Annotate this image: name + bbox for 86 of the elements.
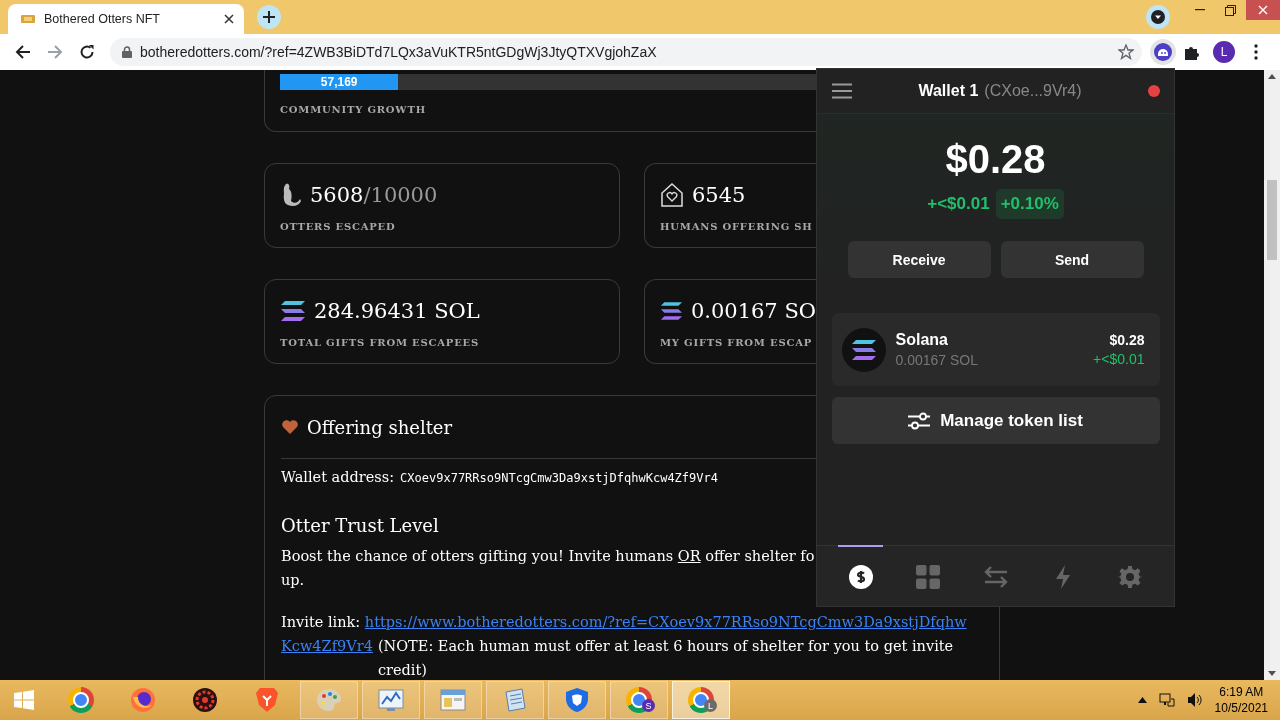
- clock[interactable]: 6:19 AM 10/5/2021: [1214, 684, 1268, 716]
- stat-value: 5608/10000: [310, 183, 438, 207]
- token-icon: [280, 300, 306, 322]
- close-icon[interactable]: [224, 14, 234, 24]
- taskbar-button[interactable]: S: [610, 681, 668, 719]
- stat-value: 0.00167 SO: [690, 299, 816, 323]
- stat-label: MY GIFTS FROM ESCAP: [660, 337, 813, 348]
- token-amount: 0.00167 SOL: [895, 352, 979, 368]
- token-icon: [660, 300, 683, 322]
- house-icon: [660, 182, 684, 208]
- plus-icon: [263, 11, 275, 23]
- shield-icon: [565, 687, 589, 713]
- star-icon[interactable]: [1118, 44, 1134, 60]
- menu-icon[interactable]: [832, 83, 852, 99]
- lock-icon: [122, 46, 132, 58]
- browser-icon: [626, 687, 652, 713]
- caret-icon: [1151, 10, 1165, 24]
- volume-icon[interactable]: [1186, 692, 1203, 708]
- forward-arrow-icon: [47, 44, 63, 60]
- manage-button[interactable]: Manage token list: [831, 397, 1160, 444]
- section-title: Otter Trust Level: [281, 515, 439, 536]
- send-button[interactable]: Send: [1000, 241, 1144, 278]
- close-button[interactable]: [1246, 0, 1280, 20]
- section-title: Offering shelter: [307, 416, 453, 438]
- receive-button[interactable]: Receive: [847, 241, 991, 278]
- minimize-icon: [1194, 9, 1205, 11]
- stat-label: TOTAL GIFTS FROM ESCAPEES: [280, 337, 479, 348]
- percent-badge: +0.10%: [995, 189, 1064, 219]
- browser-icon: [68, 687, 94, 713]
- token-icon: [850, 338, 877, 361]
- avatar-badge: S: [642, 699, 655, 712]
- paragraph: Boost the chance of otters gifting you! Invite humans OR offer shelter fo up.: [281, 547, 815, 590]
- grid-icon: [916, 564, 941, 589]
- taskbar-button[interactable]: L: [672, 681, 730, 719]
- reload-icon: [79, 44, 95, 60]
- balance-change: +<$0.01: [927, 194, 990, 214]
- token-change: +<$0.01: [1093, 351, 1145, 367]
- ticket-icon: [20, 13, 36, 25]
- address-bar[interactable]: botheredotters.com/?ref=4ZWB3BiDTd7LQx3aVuKTR5ntGDgWj3JtyQTXVgjohZaX: [110, 38, 1142, 66]
- settings-icon: [1118, 564, 1143, 589]
- window-icon: [439, 687, 467, 713]
- sliders-icon: [908, 411, 931, 430]
- token-name: Solana: [895, 331, 949, 349]
- profile-avatar[interactable]: L: [1213, 41, 1235, 63]
- browser-tab[interactable]: Bothered Otters NFT: [8, 4, 244, 34]
- invite-link[interactable]: Kcw4Zf9Vr4: [281, 634, 373, 658]
- down-arrow-icon: [1268, 671, 1276, 676]
- windows-icon: [14, 690, 34, 710]
- tab-search-button[interactable]: [1146, 5, 1170, 29]
- notepad-icon: [502, 687, 528, 713]
- ghost-icon: [1154, 43, 1172, 61]
- scrollbar-thumb[interactable]: [1267, 180, 1277, 260]
- lightning-icon: [1054, 564, 1071, 589]
- invite-label: Invite link:: [281, 614, 361, 630]
- chevron-up-icon[interactable]: [1137, 697, 1147, 703]
- restore-icon: [1225, 4, 1236, 16]
- chart-icon: [377, 687, 405, 713]
- swap-icon: [983, 565, 1008, 588]
- dollar-icon: [848, 564, 873, 589]
- browser-icon: [688, 687, 714, 713]
- browser-icon: [130, 687, 156, 713]
- palette-icon: [315, 687, 343, 713]
- invite-link[interactable]: https://www.botheredotters.com/?ref=CXoev9x77RRso9NTcgCmw3Da9xstjDfqhw: [364, 614, 967, 630]
- taskbar-button[interactable]: [548, 681, 606, 719]
- scrollbar[interactable]: [1264, 70, 1280, 680]
- stat-value: 284.96431 SOL: [314, 299, 480, 323]
- token-row[interactable]: Solana 0.00167 SOL $0.28 +<$0.01: [831, 313, 1160, 386]
- up-arrow-icon: [1268, 74, 1276, 79]
- new-tab-button[interactable]: [257, 5, 281, 29]
- wallet-address: CXoev9x77RRso9NTcgCmw3Da9xstjDfqhwKcw4Zf9Vr4: [400, 471, 718, 485]
- field-label: Wallet address:: [281, 469, 395, 485]
- network-icon[interactable]: [1158, 692, 1175, 708]
- balance: $0.28: [945, 136, 1046, 183]
- close-icon: [1258, 5, 1268, 15]
- avatar-badge: L: [704, 699, 717, 712]
- back-arrow-icon: [15, 44, 31, 60]
- extension-button[interactable]: [1150, 39, 1176, 65]
- menu-icon[interactable]: [1254, 44, 1258, 60]
- stat-value: 6545: [692, 183, 746, 207]
- stat-label: HUMANS OFFERING SH: [660, 221, 813, 232]
- token-value: $0.28: [1109, 332, 1145, 348]
- stat-label: COMMUNITY GROWTH: [280, 104, 426, 115]
- note-text: (NOTE: Each human must offer at least 6 hours of shelter for you to get invite credit): [377, 637, 955, 680]
- heart-icon: [281, 419, 299, 435]
- progress-fill: 57,169: [280, 74, 399, 90]
- stat-label: OTTERS ESCAPED: [280, 221, 396, 232]
